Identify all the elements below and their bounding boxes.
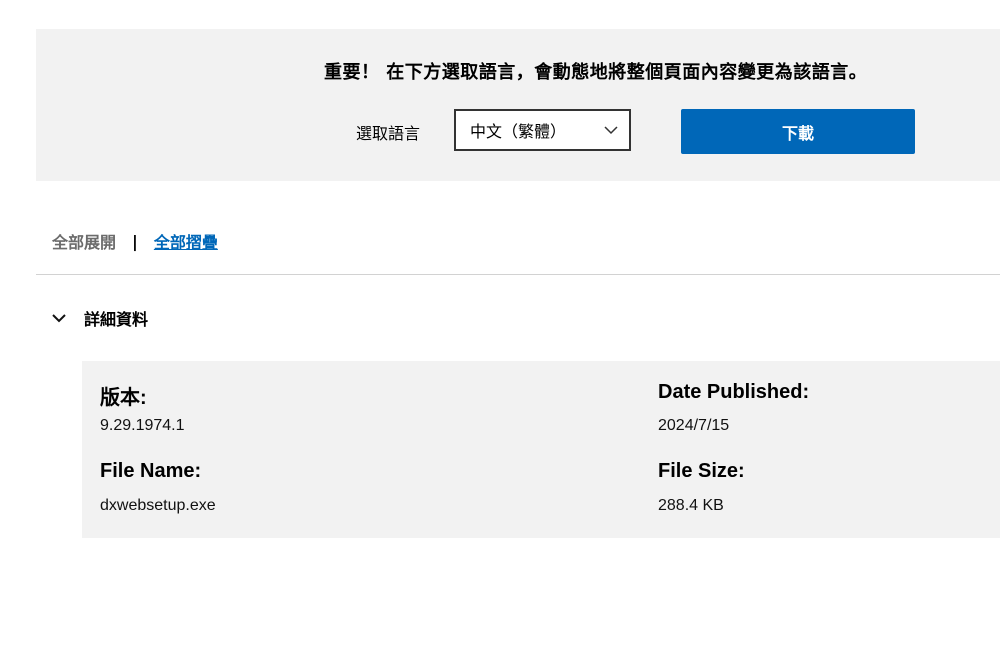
expand-all-link[interactable]: 全部展開 (52, 229, 116, 253)
controls-separator: | (132, 231, 138, 251)
version-value: 9.29.1974.1 (100, 417, 185, 434)
file-name-label: File Name: (100, 460, 202, 482)
details-title: 詳細資料 (84, 310, 149, 329)
date-published-value: 2024/7/15 (658, 417, 730, 434)
chevron-down-icon (604, 126, 618, 135)
expand-collapse-controls: 全部展開 | 全部摺疊 (52, 229, 218, 253)
chevron-down-icon (52, 314, 66, 323)
file-size-label: File Size: (658, 460, 745, 482)
details-panel: 版本: 9.29.1974.1 Date Published: 2024/7/1… (82, 361, 1000, 538)
download-button[interactable]: 下載 (681, 109, 915, 154)
version-label: 版本: (100, 387, 147, 409)
language-label: 選取語言 (356, 124, 421, 143)
page: 重要！ 在下方選取語言，會動態地將整個頁面內容變更為該語言。 選取語言 中文（繁… (0, 0, 1000, 650)
file-name-value: dxwebsetup.exe (100, 497, 216, 514)
collapse-all-link[interactable]: 全部摺疊 (154, 229, 218, 253)
language-select-value: 中文（繁體） (470, 122, 567, 141)
language-notice: 重要！ 在下方選取語言，會動態地將整個頁面內容變更為該語言。 (324, 62, 868, 83)
file-size-value: 288.4 KB (658, 497, 724, 514)
section-divider (36, 274, 1000, 275)
language-banner: 重要！ 在下方選取語言，會動態地將整個頁面內容變更為該語言。 選取語言 中文（繁… (36, 29, 1000, 181)
details-section-toggle[interactable]: 詳細資料 (50, 306, 148, 330)
language-select[interactable]: 中文（繁體） (454, 109, 631, 151)
date-published-label: Date Published: (658, 381, 810, 403)
